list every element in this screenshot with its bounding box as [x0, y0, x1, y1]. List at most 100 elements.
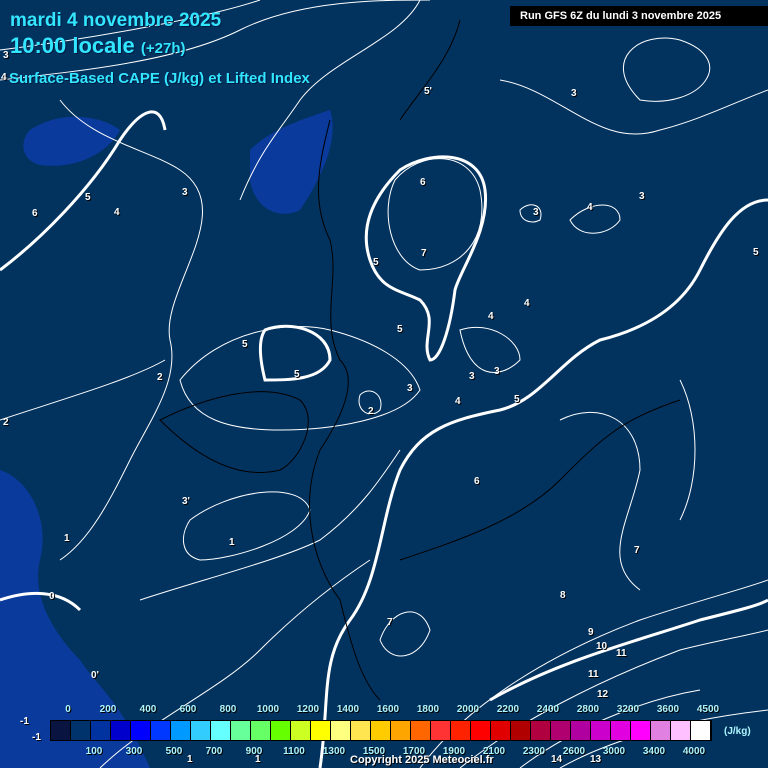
contour-label: 3: [571, 88, 577, 99]
contour-label: 3': [182, 496, 190, 507]
contour-label: -1: [20, 716, 29, 727]
contour-label: 7: [421, 248, 427, 259]
forecast-time: 10:00 locale (+27h): [10, 33, 185, 59]
legend-tick-top: 1400: [336, 704, 360, 715]
contour-label: 3: [469, 371, 475, 382]
legend-swatch: [491, 721, 511, 740]
legend-tick-top: 1200: [296, 704, 320, 715]
legend-swatch: [651, 721, 671, 740]
legend-tick-top: 200: [99, 704, 117, 715]
legend-tick-top: 1600: [376, 704, 400, 715]
legend-swatch: [211, 721, 231, 740]
contour-label: 4: [114, 207, 120, 218]
legend-swatch: [671, 721, 691, 740]
legend-tick-top: 0: [65, 704, 71, 715]
contour-label: 7: [387, 617, 393, 628]
legend-tick-top: 2200: [496, 704, 520, 715]
legend-tick-bottom: 1300: [322, 746, 346, 757]
legend-swatch: [471, 721, 491, 740]
legend-tick-top: 1800: [416, 704, 440, 715]
contour-label: 13: [590, 754, 602, 765]
legend-swatch: [511, 721, 531, 740]
legend-tick-bottom: 100: [85, 746, 103, 757]
contour-label: 1: [229, 537, 235, 548]
legend-swatch: [391, 721, 411, 740]
legend-swatch: [691, 721, 711, 740]
legend-swatch: [531, 721, 551, 740]
forecast-date: mardi 4 novembre 2025: [10, 10, 222, 31]
legend-swatch: [611, 721, 631, 740]
contour-label: 3: [494, 366, 500, 377]
contour-label: 5: [373, 257, 379, 268]
legend-swatch: [111, 721, 131, 740]
cape-blue-areas: [0, 110, 333, 768]
legend-tick-bottom: 1100: [283, 746, 305, 757]
legend-tick-bottom: 3000: [602, 746, 626, 757]
contour-label: 2: [368, 406, 374, 417]
legend-tick-top: 800: [219, 704, 237, 715]
legend-swatch: [351, 721, 371, 740]
contour-label: -1: [32, 732, 41, 743]
legend-unit: (J/kg): [724, 726, 751, 737]
contour-label: 5: [753, 247, 759, 258]
contour-label: 4: [524, 298, 530, 309]
contour-label: 11: [616, 648, 627, 659]
contour-label: 5: [242, 339, 248, 350]
legend-swatch: [51, 721, 71, 740]
lead-time: (+27h): [140, 40, 186, 57]
contour-label: 11: [588, 669, 599, 680]
contour-label: 6: [474, 476, 480, 487]
legend-tick-top: 4500: [696, 704, 720, 715]
contour-label: 10: [596, 641, 608, 652]
contour-label: 4: [455, 396, 461, 407]
legend-tick-top: 400: [139, 704, 157, 715]
contour-label: 12: [597, 689, 609, 700]
legend-tick-bottom: 2600: [562, 746, 586, 757]
legend-tick-bottom: 4000: [682, 746, 706, 757]
legend-tick-bottom: 2300: [522, 746, 546, 757]
legend-swatch: [291, 721, 311, 740]
legend-tick-bottom: 3400: [642, 746, 666, 757]
legend-swatch: [151, 721, 171, 740]
contour-label: 7: [634, 545, 640, 556]
legend-tick-top: 3200: [616, 704, 640, 715]
legend-swatch: [451, 721, 471, 740]
contour-label: 2: [157, 372, 163, 383]
contour-label: 1: [187, 754, 193, 765]
model-run-label: Run GFS 6Z du lundi 3 novembre 2025: [510, 6, 768, 26]
legend-tick-bottom: 500: [165, 746, 183, 757]
legend-swatch: [591, 721, 611, 740]
contour-label: 1: [64, 533, 70, 544]
legend-tick-top: 1000: [256, 704, 280, 715]
legend-swatch: [331, 721, 351, 740]
contour-label: 4: [587, 202, 593, 213]
contour-label: 6: [420, 177, 426, 188]
copyright: Copyright 2025 Meteociel.fr: [350, 754, 494, 766]
contour-label: 4: [488, 311, 494, 322]
legend-swatch: [411, 721, 431, 740]
legend-swatch: [231, 721, 251, 740]
contour-label: 5: [397, 324, 403, 335]
local-time: 10:00 locale: [10, 33, 135, 58]
cape-map: [0, 0, 768, 768]
legend-swatch: [371, 721, 391, 740]
contour-label: 9: [588, 627, 594, 638]
legend-swatch: [631, 721, 651, 740]
legend-swatch: [311, 721, 331, 740]
contour-label: 5': [424, 86, 432, 97]
contour-label: 4: [1, 72, 7, 83]
contour-label: 3: [639, 191, 645, 202]
legend-tick-top: 2400: [536, 704, 560, 715]
legend-swatch: [71, 721, 91, 740]
legend-swatch: [551, 721, 571, 740]
contour-label: 6: [32, 208, 38, 219]
contour-label: 5: [85, 192, 91, 203]
li-contours-thin: [0, 0, 768, 768]
legend-tick-bottom: 700: [205, 746, 223, 757]
legend-tick-bottom: 300: [125, 746, 143, 757]
legend-tick-top: 3600: [656, 704, 680, 715]
contour-label: 5: [294, 369, 300, 380]
legend-tick-top: 600: [179, 704, 197, 715]
contour-label: 14: [551, 754, 563, 765]
legend-swatch: [571, 721, 591, 740]
